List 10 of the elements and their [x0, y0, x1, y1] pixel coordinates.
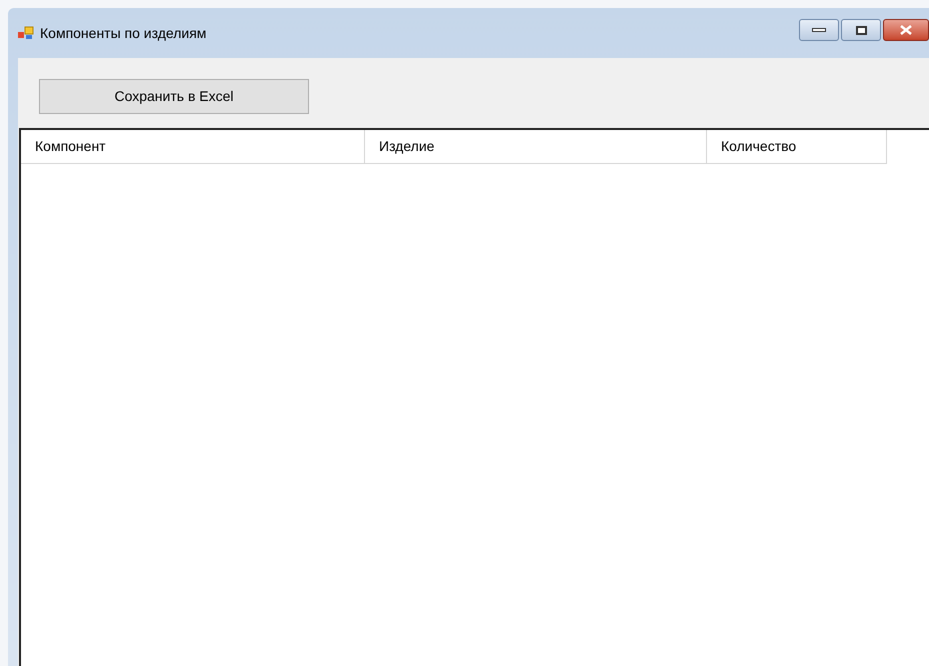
minimize-button[interactable] [799, 19, 839, 41]
column-header[interactable]: Количество [707, 130, 887, 164]
save-excel-button[interactable]: Сохранить в Excel [39, 79, 309, 114]
close-icon [900, 25, 912, 35]
close-button[interactable] [883, 19, 929, 41]
window-title: Компоненты по изделиям [40, 24, 206, 43]
app-icon [18, 26, 34, 40]
column-header[interactable]: Компонент [21, 130, 365, 164]
column-header[interactable]: Изделие [365, 130, 707, 164]
maximize-button[interactable] [841, 19, 881, 41]
